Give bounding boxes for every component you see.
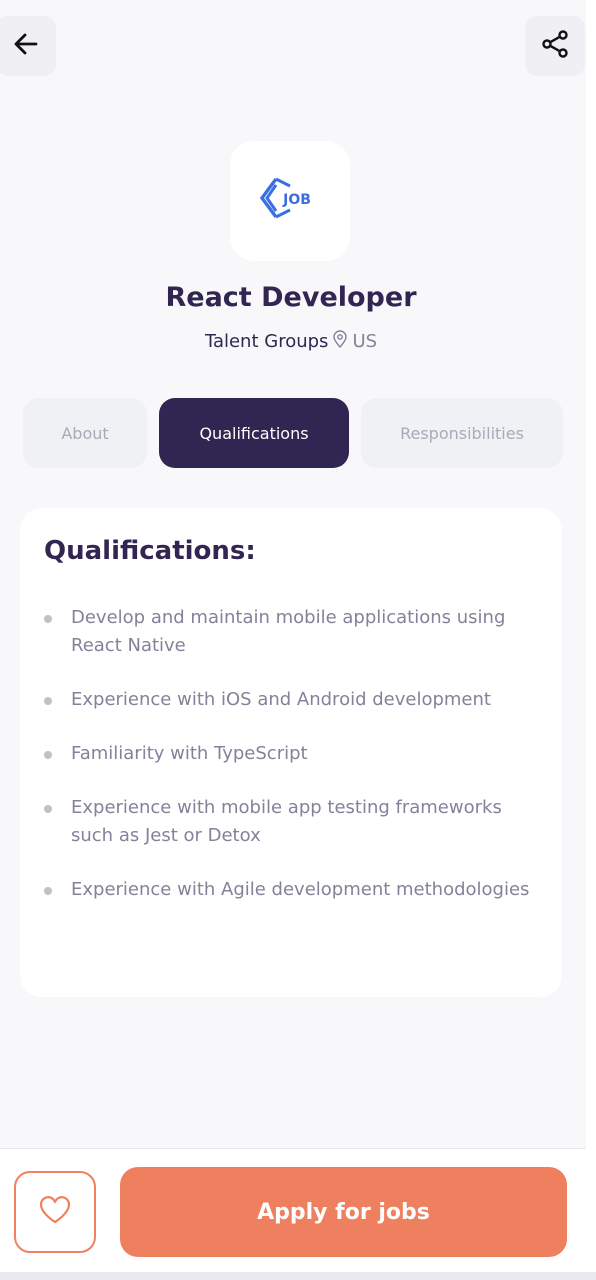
job-title: React Developer [165, 282, 417, 313]
tab-bar: About Qualifications Responsibilities [0, 398, 586, 468]
bullet-icon [44, 751, 52, 759]
list-item: Experience with iOS and Android developm… [44, 686, 544, 714]
right-edge [586, 0, 596, 1280]
qualifications-heading: Qualifications: [44, 536, 256, 566]
bullet-icon [44, 805, 52, 813]
tab-responsibilities[interactable]: Responsibilities [361, 398, 563, 468]
bottom-divider [0, 1272, 596, 1280]
company-name: Talent Groups [204, 331, 329, 352]
share-icon [540, 29, 570, 63]
apply-button[interactable]: Apply for jobs [120, 1167, 567, 1257]
arrow-left-icon [12, 30, 40, 62]
qualifications-list: Develop and maintain mobile applications… [44, 604, 544, 930]
job-location: US [352, 331, 378, 352]
tab-qualifications[interactable]: Qualifications [159, 398, 349, 468]
share-button[interactable] [525, 16, 585, 76]
company-info: Talent Groups US [0, 330, 582, 353]
back-button[interactable] [0, 16, 56, 76]
svg-text:JOB: JOB [282, 192, 311, 208]
job-logo-icon: JOB [259, 177, 311, 219]
list-item: Experience with Agile development method… [44, 876, 544, 904]
list-item: Develop and maintain mobile applications… [44, 604, 544, 660]
footer-bar: Apply for jobs [0, 1148, 586, 1272]
tab-about[interactable]: About [23, 398, 147, 468]
job-details-screen: JOB React Developer Talent Groups US Abo… [0, 0, 586, 1280]
bullet-icon [44, 615, 52, 623]
favorite-button[interactable] [14, 1171, 96, 1253]
company-logo: JOB [230, 141, 350, 261]
list-item: Experience with mobile app testing frame… [44, 794, 544, 850]
location-pin-icon [332, 330, 348, 353]
heart-icon [38, 1194, 72, 1230]
list-item: Familiarity with TypeScript [44, 740, 544, 768]
bullet-icon [44, 887, 52, 895]
bullet-icon [44, 697, 52, 705]
qualifications-card: Qualifications: Develop and maintain mob… [20, 508, 562, 997]
